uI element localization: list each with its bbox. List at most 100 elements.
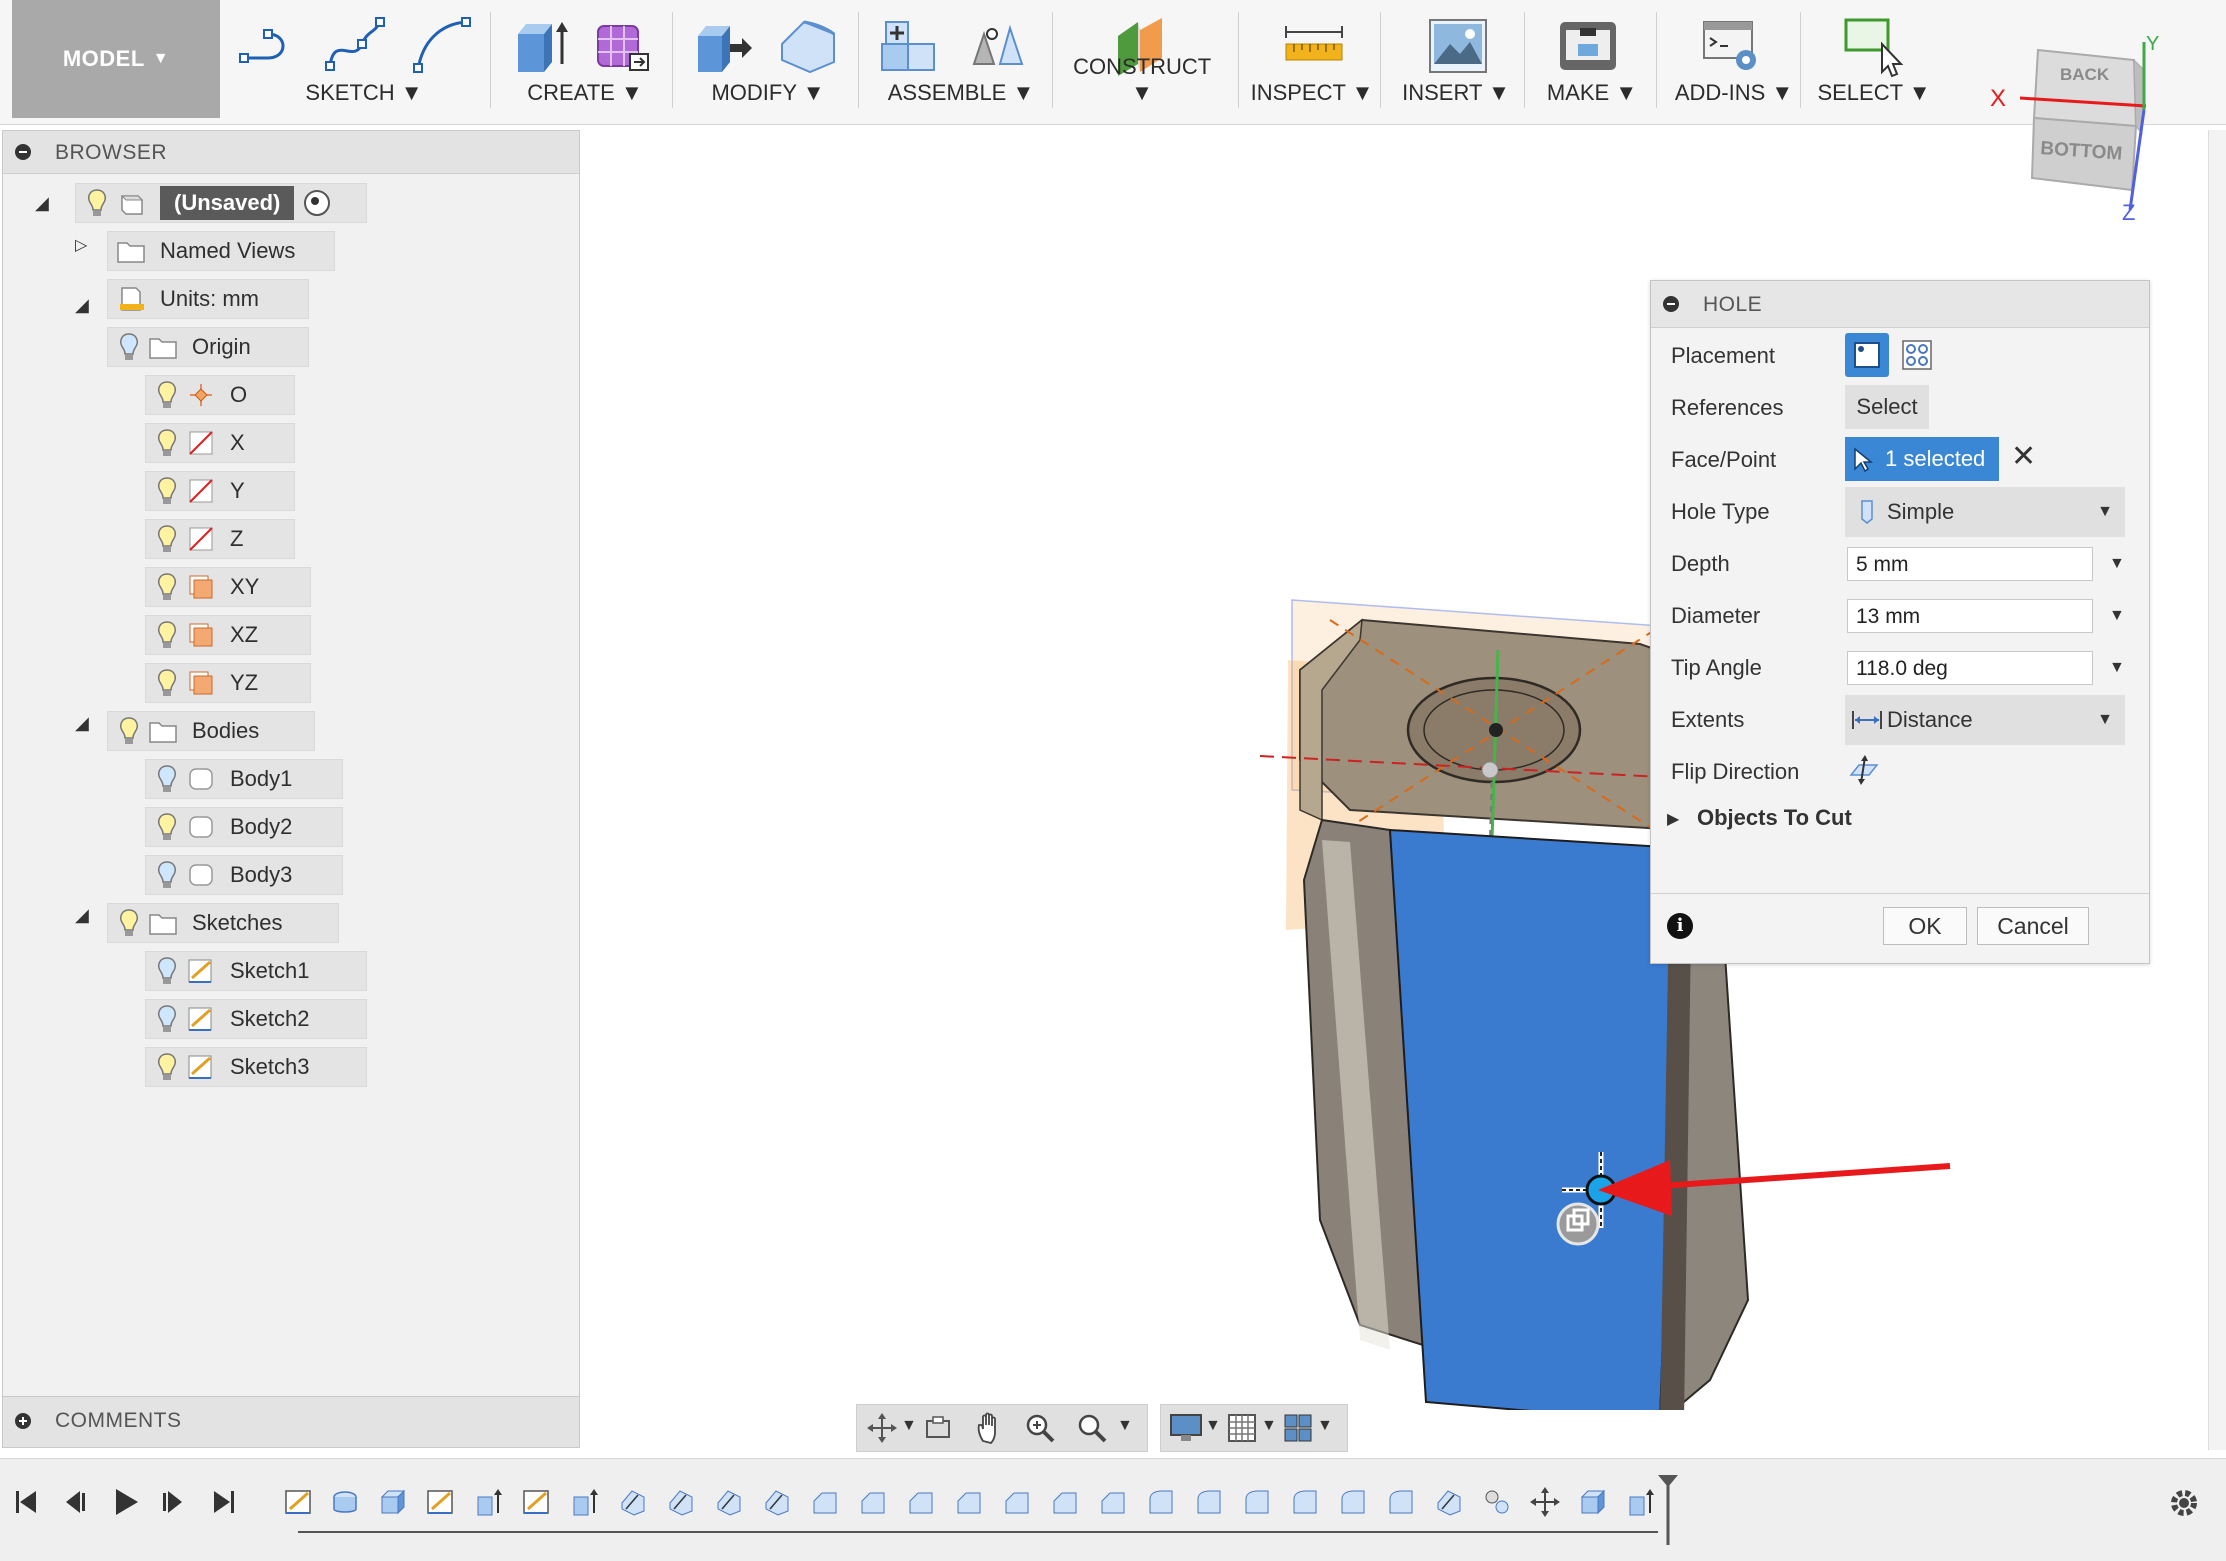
timeline-chamfer-icon[interactable] (810, 1487, 840, 1517)
go-to-end-icon[interactable] (206, 1485, 240, 1519)
tree-item-origin[interactable]: Origin (107, 327, 309, 367)
visibility-bulb-icon[interactable] (156, 380, 178, 410)
expand-plus-icon[interactable] (15, 1413, 31, 1429)
zoom-icon[interactable] (1025, 1413, 1055, 1443)
look-at-icon[interactable] (923, 1413, 953, 1443)
tip-angle-dropdown-arrow-icon[interactable]: ▼ (2109, 659, 2125, 677)
collapse-triangle-icon[interactable]: ◢ (75, 295, 89, 316)
grid-icon[interactable] (1227, 1413, 1257, 1443)
timeline-chamfer-icon[interactable] (1050, 1487, 1080, 1517)
extents-dropdown[interactable]: Distance ▼ (1845, 695, 2125, 745)
cancel-button[interactable]: Cancel (1977, 907, 2089, 945)
press-pull-icon[interactable] (692, 14, 756, 78)
tree-item-z-axis[interactable]: Z (145, 519, 295, 559)
select-menu-button[interactable]: SELECT ▼ (1806, 80, 1942, 106)
comments-panel[interactable]: COMMENTS (2, 1396, 580, 1448)
timeline-chamfer-icon[interactable] (1002, 1487, 1032, 1517)
timeline-chamfer-icon[interactable] (954, 1487, 984, 1517)
info-icon[interactable]: i (1667, 913, 1693, 939)
joint-icon[interactable] (966, 14, 1030, 78)
construct-menu-button[interactable]: CONSTRUCT ▼ (1060, 54, 1224, 106)
single-hole-placement-button[interactable] (1845, 333, 1889, 377)
timeline-sketch-icon[interactable] (426, 1487, 456, 1517)
tree-item-sketches[interactable]: Sketches (107, 903, 339, 943)
timeline-fillet-icon[interactable] (666, 1487, 696, 1517)
go-to-beginning-icon[interactable] (10, 1485, 44, 1519)
visibility-bulb-icon[interactable] (156, 428, 178, 458)
collapse-icon[interactable] (1663, 296, 1679, 312)
timeline-fillet-icon[interactable] (1434, 1487, 1464, 1517)
diameter-dropdown-arrow-icon[interactable]: ▼ (2109, 607, 2125, 625)
tree-item-units[interactable]: Units: mm (107, 279, 309, 319)
timeline-chamfer-icon[interactable] (1098, 1487, 1128, 1517)
new-component-icon[interactable] (876, 14, 940, 78)
tree-item-x-axis[interactable]: X (145, 423, 295, 463)
tree-item-sketch3[interactable]: Sketch3 (145, 1047, 367, 1087)
timeline-round-icon[interactable] (1194, 1487, 1224, 1517)
sketch-menu-button[interactable]: SKETCH ▼ (228, 80, 500, 106)
activate-radio-icon[interactable] (304, 190, 331, 216)
clear-selection-icon[interactable]: ✕ (2011, 439, 2036, 474)
tree-item-body1[interactable]: Body1 (145, 759, 343, 799)
tree-item-yz-plane[interactable]: YZ (145, 663, 311, 703)
visibility-bulb-icon[interactable] (156, 620, 178, 650)
face-point-selection-button[interactable]: 1 selected (1845, 437, 1999, 481)
form-create-icon[interactable] (590, 14, 654, 78)
visibility-bulb-icon[interactable] (156, 572, 178, 602)
play-icon[interactable] (108, 1485, 142, 1519)
fit-zoom-icon[interactable] (1077, 1413, 1107, 1443)
visibility-bulb-icon[interactable] (156, 668, 178, 698)
selected-face[interactable] (1388, 828, 1682, 1410)
insert-menu-button[interactable]: INSERT ▼ (1388, 80, 1524, 106)
timeline-move-icon[interactable] (1530, 1487, 1560, 1517)
timeline-joint-icon[interactable] (1482, 1487, 1512, 1517)
references-select-button[interactable]: Select (1845, 385, 1929, 429)
step-forward-icon[interactable] (156, 1485, 190, 1519)
collapse-triangle-icon[interactable]: ◢ (75, 713, 89, 734)
tree-item-origin-point[interactable]: O (145, 375, 295, 415)
hole-type-dropdown[interactable]: Simple ▼ (1845, 487, 2125, 537)
visibility-bulb-icon[interactable] (118, 332, 140, 362)
timeline-box-icon[interactable] (378, 1487, 408, 1517)
timeline-chamfer-icon[interactable] (906, 1487, 936, 1517)
multiple-holes-placement-button[interactable] (1899, 337, 1935, 373)
timeline-extrude-icon[interactable] (570, 1487, 600, 1517)
tree-item-sketch1[interactable]: Sketch1 (145, 951, 367, 991)
flip-direction-icon[interactable] (1847, 755, 1881, 785)
timeline-round-icon[interactable] (1290, 1487, 1320, 1517)
scripts-addins-icon[interactable] (1700, 14, 1764, 78)
timeline-round-icon[interactable] (1338, 1487, 1368, 1517)
orbit-icon[interactable] (867, 1413, 897, 1443)
make-menu-button[interactable]: MAKE ▼ (1530, 80, 1654, 106)
visibility-bulb-icon[interactable] (156, 860, 178, 890)
timeline-fillet-icon[interactable] (762, 1487, 792, 1517)
visibility-bulb-icon[interactable] (156, 524, 178, 554)
tip-angle-input[interactable]: 118.0 deg (1847, 651, 2093, 685)
tree-item-body3[interactable]: Body3 (145, 855, 343, 895)
pan-hand-icon[interactable] (975, 1411, 1005, 1445)
window-select-icon[interactable] (1842, 14, 1906, 78)
tree-item-body2[interactable]: Body2 (145, 807, 343, 847)
viewports-dropdown-caret-icon[interactable]: ▼ (1317, 1417, 1333, 1435)
line-sketch-icon[interactable] (238, 14, 302, 78)
visibility-bulb-icon[interactable] (156, 1004, 178, 1034)
visibility-bulb-icon[interactable] (118, 908, 140, 938)
visibility-bulb-icon[interactable] (156, 812, 178, 842)
fillet-icon[interactable] (776, 14, 840, 78)
tree-item-named-views[interactable]: Named Views (107, 231, 335, 271)
diameter-input[interactable]: 13 mm (1847, 599, 2093, 633)
timeline-sketch-icon[interactable] (522, 1487, 552, 1517)
workspace-switcher-button[interactable]: MODEL ▼ (12, 0, 220, 118)
spline-sketch-icon[interactable] (324, 14, 388, 78)
collapse-triangle-icon[interactable]: ◢ (35, 193, 49, 214)
visibility-bulb-icon[interactable] (156, 476, 178, 506)
insert-image-icon[interactable] (1426, 14, 1490, 78)
timeline-chamfer-icon[interactable] (858, 1487, 888, 1517)
tree-item-xz-plane[interactable]: XZ (145, 615, 311, 655)
expand-triangle-icon[interactable]: ▶ (1667, 809, 1679, 829)
timeline-marker-handle[interactable] (1656, 1473, 1680, 1545)
browser-header[interactable]: BROWSER (3, 131, 579, 174)
timeline-sketch-icon[interactable] (284, 1487, 314, 1517)
timeline-revolve-icon[interactable] (330, 1487, 360, 1517)
measure-icon[interactable] (1282, 14, 1346, 78)
